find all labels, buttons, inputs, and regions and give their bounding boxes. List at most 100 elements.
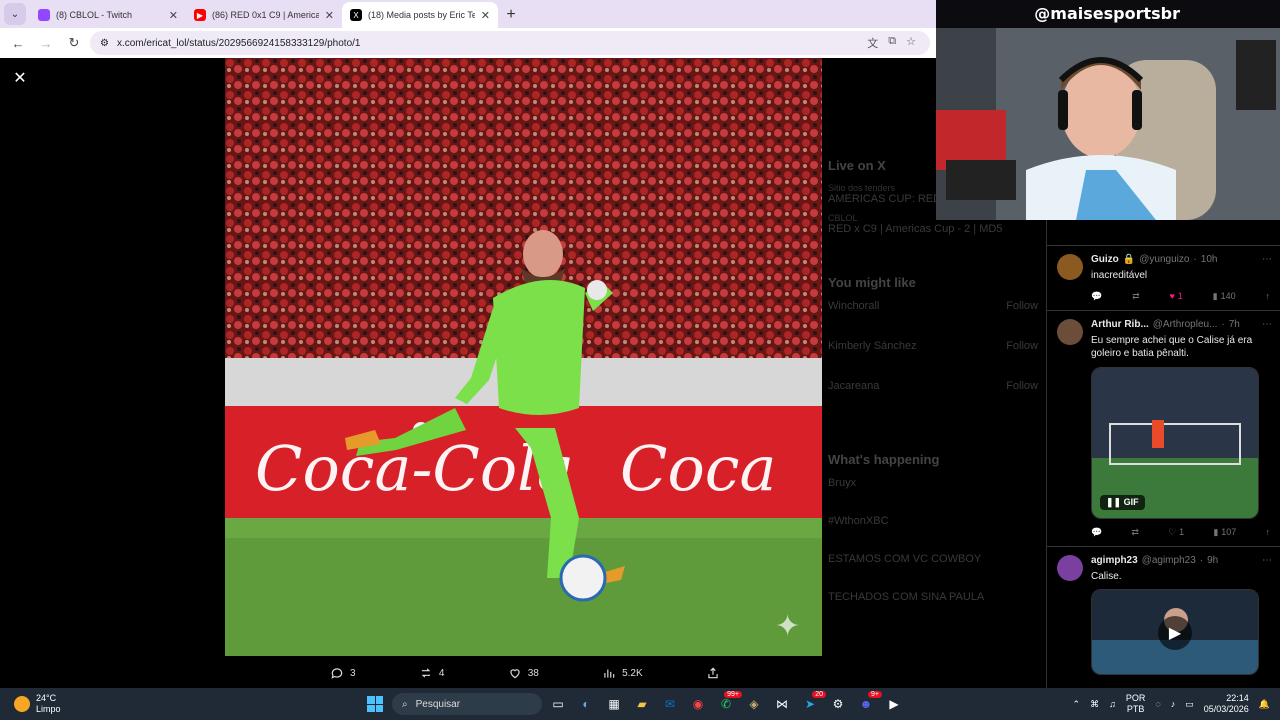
- headset-icon[interactable]: ♫: [1109, 699, 1116, 709]
- reply-author-handle[interactable]: @Arthropleu...: [1153, 319, 1218, 330]
- close-tab-icon[interactable]: ✕: [169, 9, 178, 22]
- reply-post[interactable]: Guizo 🔒 @yunguizo · 10h ⋯ inacreditável …: [1047, 246, 1280, 311]
- twitch-favicon-icon: [38, 9, 50, 21]
- separator: ·: [1199, 554, 1204, 566]
- file-explorer-icon[interactable]: ▰: [632, 693, 652, 715]
- reply-author-handle[interactable]: @yunguizo: [1139, 254, 1189, 265]
- share-button[interactable]: [706, 666, 720, 680]
- battery-icon[interactable]: ▭: [1185, 699, 1194, 710]
- reply-time[interactable]: 10h: [1201, 254, 1218, 265]
- league-client-icon[interactable]: ◈: [744, 693, 764, 715]
- reply-repost-button[interactable]: ⇄: [1131, 527, 1139, 538]
- new-tab-button[interactable]: +: [498, 2, 524, 28]
- avatar[interactable]: [1057, 318, 1083, 345]
- avatar[interactable]: [1057, 554, 1083, 581]
- install-icon[interactable]: ⧉: [888, 35, 896, 51]
- outlook-icon[interactable]: ✉: [660, 693, 680, 715]
- svg-text:✦: ✦: [775, 609, 800, 644]
- volume-icon[interactable]: ♪: [1171, 699, 1176, 709]
- reply-author-name[interactable]: Guizo: [1091, 254, 1119, 265]
- capcut-icon[interactable]: ⋈: [772, 693, 792, 715]
- reply-post[interactable]: Arthur Rib... @Arthropleu... · 7h ⋯ Eu s…: [1047, 311, 1280, 547]
- address-bar[interactable]: ⚙ x.com/ericat_lol/status/20295669241583…: [90, 31, 930, 55]
- reply-share-button[interactable]: ↑: [1265, 527, 1270, 538]
- reply-reply-button[interactable]: 💬: [1091, 527, 1102, 538]
- bookmark-star-icon[interactable]: ☆: [906, 35, 916, 51]
- chevron-up-icon[interactable]: ⌃: [1073, 699, 1081, 710]
- reply-gif[interactable]: ❚❚ GIF: [1091, 366, 1259, 519]
- weather-widget[interactable]: 24°C Limpo: [14, 693, 154, 715]
- tab-strip: ⌄ (8) CBLOL - Twitch ✕ ▶ (86) RED 0x1 C9…: [0, 0, 936, 28]
- site-info-icon[interactable]: ⚙: [100, 38, 109, 49]
- avatar[interactable]: [1057, 254, 1083, 280]
- reply-button[interactable]: 3: [330, 666, 356, 680]
- play-icon[interactable]: ▶: [1158, 616, 1192, 650]
- follow-user: Winchorall Follow: [828, 300, 1038, 312]
- chrome-icon[interactable]: ◉: [688, 693, 708, 715]
- views-icon: [604, 669, 615, 678]
- reload-icon[interactable]: ↻: [62, 31, 86, 55]
- tab-twitch[interactable]: (8) CBLOL - Twitch ✕: [30, 2, 186, 28]
- follow-user-name: Jacareana: [828, 380, 880, 392]
- view-count: 5.2K: [622, 667, 643, 679]
- reply-like-button[interactable]: ♡ 1: [1168, 527, 1184, 538]
- reply-author-name[interactable]: agimph23: [1091, 555, 1138, 566]
- search-placeholder: Pesquisar: [415, 698, 461, 710]
- more-options-icon[interactable]: ⋯: [1262, 254, 1272, 265]
- language-indicator[interactable]: POR PTB: [1126, 693, 1146, 715]
- steam-icon[interactable]: ⚙: [828, 693, 848, 715]
- telegram-icon[interactable]: ➤ 20: [800, 691, 826, 715]
- reply-repost-button[interactable]: ⇄: [1132, 291, 1140, 302]
- reply-time[interactable]: 9h: [1207, 555, 1218, 566]
- like-button[interactable]: 38: [508, 666, 539, 680]
- gif-label: GIF: [1123, 496, 1139, 507]
- reply-share-button[interactable]: ↑: [1265, 291, 1270, 302]
- task-view-icon[interactable]: ▭: [548, 693, 568, 715]
- store-icon[interactable]: ▦: [604, 693, 624, 715]
- reply-author-name[interactable]: Arthur Rib...: [1091, 319, 1149, 330]
- notification-bell-icon[interactable]: 🔔: [1259, 699, 1270, 710]
- back-icon[interactable]: ←: [6, 31, 30, 55]
- media-player-icon[interactable]: ▶: [884, 693, 904, 715]
- whatsapp-icon[interactable]: ✆ 99+: [716, 691, 742, 715]
- tab-x-media[interactable]: X (18) Media posts by Eric Teixeira ✕: [342, 2, 498, 28]
- url-text: x.com/ericat_lol/status/2029566924158333…: [116, 37, 361, 49]
- weather-temperature: 24°C: [36, 693, 57, 704]
- tab-title: (86) RED 0x1 C9 | Americas Cup: [212, 10, 319, 20]
- goalkeeper-photo[interactable]: Coca-Cola Coca ✦: [225, 58, 822, 656]
- reply-views[interactable]: ▮ 140: [1213, 291, 1236, 302]
- reply-view-count: 140: [1220, 291, 1236, 301]
- share-icon: [708, 667, 718, 679]
- tab-youtube[interactable]: ▶ (86) RED 0x1 C9 | Americas Cup ✕: [186, 2, 342, 28]
- taskbar-search[interactable]: ⌕ Pesquisar: [392, 693, 542, 715]
- more-options-icon[interactable]: ⋯: [1262, 319, 1272, 330]
- wifi-icon[interactable]: ◌: [1155, 699, 1160, 709]
- reply-time[interactable]: 7h: [1229, 319, 1240, 330]
- reply-reply-button[interactable]: 💬: [1091, 291, 1102, 302]
- live-title: RED x C9 | Americas Cup - 2 | MD5: [828, 223, 1003, 235]
- forward-icon[interactable]: →: [34, 31, 58, 55]
- pause-icon[interactable]: ❚❚: [1106, 497, 1121, 507]
- clock[interactable]: 22:14 05/03/2026: [1204, 693, 1249, 716]
- close-tab-icon[interactable]: ✕: [481, 9, 490, 22]
- tab-search-button[interactable]: ⌄: [4, 3, 26, 25]
- reply-views[interactable]: ▮ 107: [1213, 527, 1236, 538]
- views-button[interactable]: 5.2K: [602, 666, 643, 680]
- network-icon[interactable]: ⌘: [1090, 699, 1099, 710]
- copilot-icon[interactable]: ◐: [576, 693, 596, 715]
- reply-author-handle[interactable]: @agimph23: [1142, 555, 1196, 566]
- photo-illustration: Coca-Cola Coca ✦: [225, 58, 822, 656]
- more-options-icon[interactable]: ⋯: [1262, 555, 1272, 566]
- repost-button[interactable]: 4: [419, 666, 444, 680]
- close-viewer-button[interactable]: ✕: [10, 68, 30, 88]
- replies-column: Guizo 🔒 @yunguizo · 10h ⋯ inacreditável …: [1046, 220, 1280, 688]
- close-tab-icon[interactable]: ✕: [325, 9, 334, 22]
- weather-description: Limpo: [36, 704, 61, 714]
- reply-like-button[interactable]: ♥ 1: [1169, 291, 1182, 302]
- translate-icon[interactable]: 文: [867, 35, 878, 51]
- discord-icon[interactable]: ☻ 9+: [856, 691, 882, 715]
- reply-video[interactable]: ▶: [1091, 589, 1259, 675]
- start-button[interactable]: [367, 696, 383, 712]
- reply-post[interactable]: agimph23 @agimph23 · 9h ⋯ Calise. ▶: [1047, 547, 1280, 684]
- reply-like-count: 1: [1179, 527, 1185, 537]
